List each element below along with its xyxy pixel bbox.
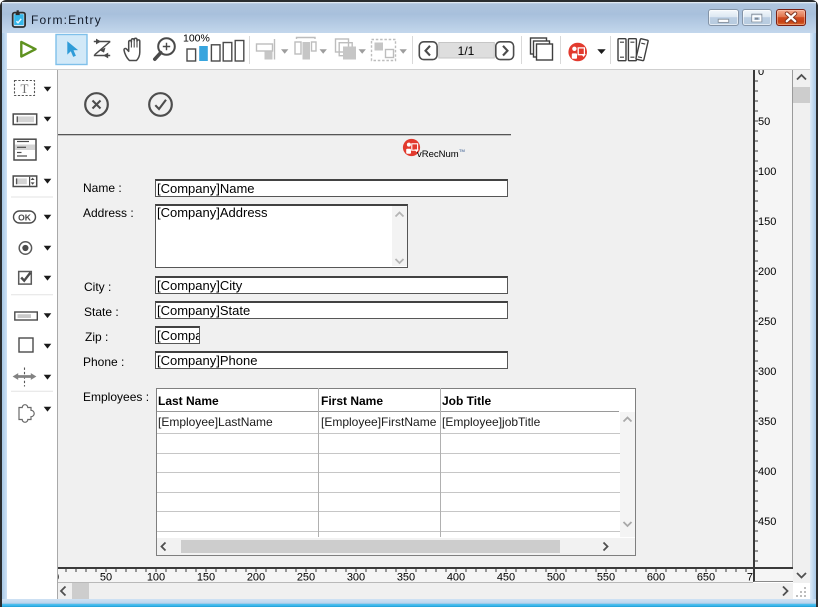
svg-text:500: 500	[547, 572, 565, 584]
svg-text:100%: 100%	[183, 33, 210, 45]
svg-text:150: 150	[197, 572, 215, 584]
svg-text:250: 250	[297, 572, 315, 584]
svg-text:0: 0	[58, 572, 59, 584]
svg-text:50: 50	[100, 572, 112, 584]
svg-text:150: 150	[758, 216, 776, 228]
svg-text:50: 50	[758, 116, 770, 128]
svg-text:650: 650	[697, 572, 715, 584]
svg-text:100: 100	[147, 572, 165, 584]
svg-text:550: 550	[597, 572, 615, 584]
svg-text:100: 100	[758, 166, 776, 178]
svg-text:450: 450	[758, 516, 776, 528]
svg-text:250: 250	[758, 316, 776, 328]
svg-text:OK: OK	[18, 213, 32, 223]
svg-text:0: 0	[758, 70, 764, 78]
svg-text:300: 300	[347, 572, 365, 584]
svg-text:1/1: 1/1	[458, 44, 475, 58]
svg-text:450: 450	[497, 572, 515, 584]
svg-text:350: 350	[758, 416, 776, 428]
svg-text:400: 400	[758, 466, 776, 478]
svg-text:200: 200	[758, 266, 776, 278]
svg-text:350: 350	[397, 572, 415, 584]
svg-text:200: 200	[247, 572, 265, 584]
svg-text:400: 400	[447, 572, 465, 584]
svg-text:600: 600	[647, 572, 665, 584]
svg-text:T: T	[21, 81, 29, 96]
svg-text:300: 300	[758, 366, 776, 378]
